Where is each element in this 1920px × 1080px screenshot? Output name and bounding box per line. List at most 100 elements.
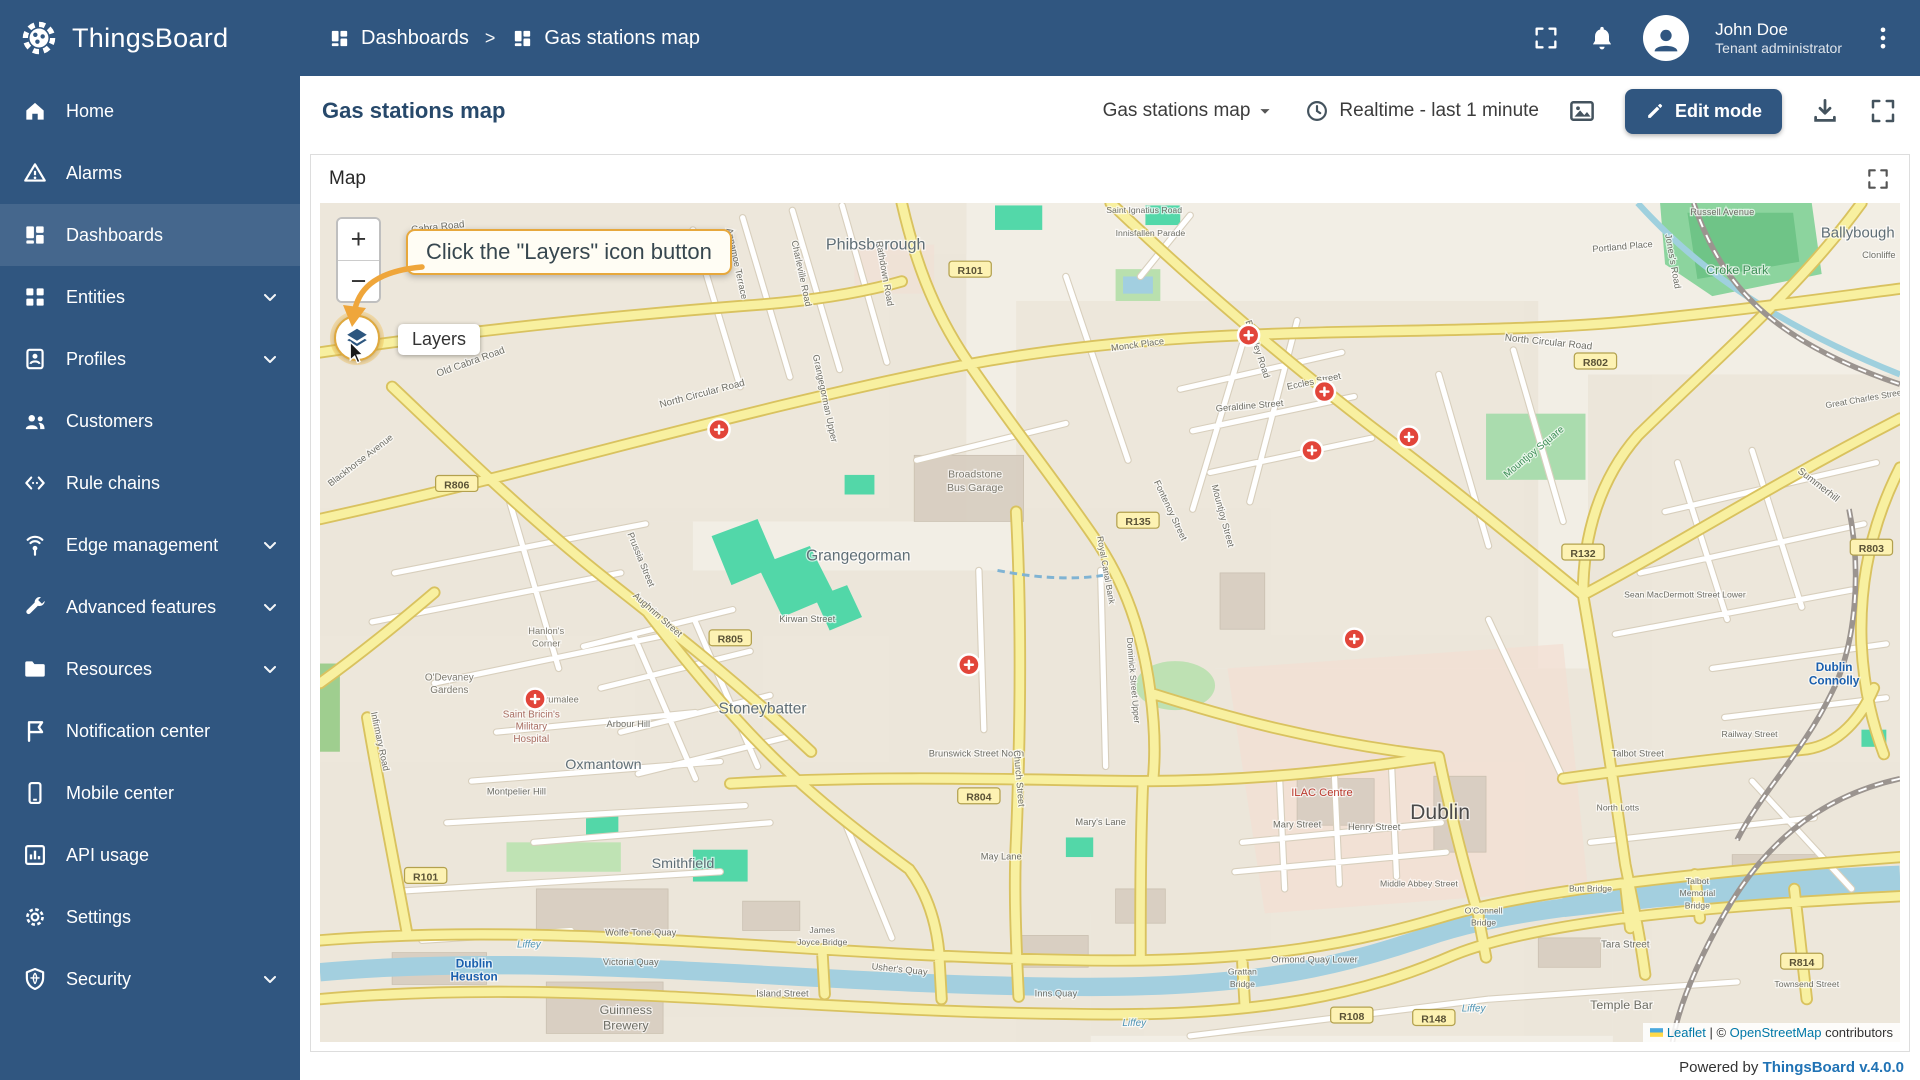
route-badge: R806 (434, 474, 479, 493)
download-icon (1814, 99, 1836, 122)
dashboard-state-select[interactable]: Gas stations map (1103, 100, 1277, 122)
top-header: ThingsBoard Dashboards > Gas stations ma… (0, 0, 1920, 76)
export-dashboard-button[interactable] (1810, 96, 1840, 126)
sidebar-item-profiles[interactable]: Profiles (0, 328, 300, 390)
sidebar-item-settings[interactable]: Settings (0, 886, 300, 948)
gas-station-marker[interactable] (1300, 438, 1324, 463)
sidebar-item-mobile-center[interactable]: Mobile center (0, 762, 300, 824)
gas-station-marker[interactable] (1312, 379, 1337, 404)
gas-station-marker[interactable] (1342, 627, 1367, 651)
zoom-out-button[interactable]: − (338, 260, 379, 301)
chevron-down-icon (258, 657, 282, 681)
route-badge: R148 (1412, 1008, 1456, 1027)
dashboards-icon (22, 222, 48, 248)
map-label: Island Street (756, 989, 809, 999)
sidebar-item-label: Alarms (66, 162, 123, 183)
map-label: Joyce Bridge (797, 937, 847, 947)
fullscreen-button[interactable] (1531, 23, 1561, 53)
resources-icon (22, 656, 48, 682)
sidebar-item-customers[interactable]: Customers (0, 390, 300, 452)
sidebar-item-security[interactable]: Security (0, 948, 300, 1010)
svg-text:R148: R148 (1421, 1014, 1446, 1025)
breadcrumb-current[interactable]: Gas stations map (511, 27, 700, 50)
route-badge: R804 (957, 787, 1001, 805)
user-info: John Doe Tenant administrator (1715, 19, 1842, 58)
dashboard-fullscreen-button[interactable] (1868, 96, 1898, 126)
gas-station-marker[interactable] (707, 417, 731, 442)
leaflet-map[interactable]: Phibsborough Grangegorman Stoneybatter Oxma… (320, 203, 1900, 1042)
sidebar-item-api-usage[interactable]: API usage (0, 824, 300, 886)
sidebar-item-label: Dashboards (66, 224, 164, 245)
svg-text:R803: R803 (1859, 544, 1884, 555)
thingsboard-logo[interactable]: ThingsBoard (18, 17, 300, 59)
map-label: Innisfallen Parade (1116, 228, 1186, 238)
more-menu-button[interactable] (1868, 23, 1898, 53)
mobile-icon (22, 780, 48, 806)
thingsboard-version-link[interactable]: ThingsBoard v.4.0.0 (1763, 1059, 1904, 1076)
route-badge: R805 (708, 629, 752, 647)
edit-mode-button[interactable]: Edit mode (1624, 88, 1782, 134)
map-label: James (809, 925, 835, 935)
svg-text:R135: R135 (1125, 517, 1150, 528)
map-widget: Map Phibsborough Grangegorman Stoneybatt… (310, 154, 1910, 1052)
map-label: Russell Avenue (1690, 207, 1754, 217)
sidebar-item-resources[interactable]: Resources (0, 638, 300, 700)
map-label: Inns Quay (1035, 989, 1078, 999)
profiles-icon (22, 346, 48, 372)
svg-text:R805: R805 (718, 635, 743, 646)
sidebar-item-label: Advanced features (66, 596, 217, 617)
map-label: Liffey (517, 940, 542, 951)
gas-station-marker[interactable] (523, 687, 547, 711)
map-label: Clonliffe (1862, 250, 1896, 260)
layers-tooltip-label: Layers (398, 324, 481, 355)
dashboard-image-button[interactable] (1567, 96, 1597, 126)
sidebar-item-entities[interactable]: Entities (0, 266, 300, 328)
breadcrumb-dashboards[interactable]: Dashboards (328, 27, 469, 50)
gas-station-marker[interactable] (1236, 323, 1261, 347)
tutorial-tooltip: Click the "Layers" icon button (406, 229, 732, 275)
map-label: Henry Street (1348, 822, 1401, 832)
sidebar-item-advanced-features[interactable]: Advanced features (0, 576, 300, 638)
route-badge: R101 (403, 866, 448, 884)
sidebar-item-alarms[interactable]: Alarms (0, 142, 300, 204)
layers-button[interactable] (334, 315, 380, 361)
map-label: Military (516, 722, 548, 733)
map-label: Townsend Street (1774, 979, 1839, 989)
zoom-in-button[interactable]: + (338, 219, 379, 260)
user-avatar[interactable] (1643, 15, 1690, 61)
image-icon (1570, 101, 1594, 121)
map-label: Dublin (456, 957, 493, 970)
sidebar-item-edge-management[interactable]: Edge management (0, 514, 300, 576)
sidebar-item-rule-chains[interactable]: Rule chains (0, 452, 300, 514)
map-canvas: PhibsboroughGrangegormanStoneybatterOxma… (320, 203, 1900, 1042)
map-label: Liffey (1122, 1018, 1147, 1029)
sidebar-item-home[interactable]: Home (0, 80, 300, 142)
map-label: Saint Bricin's (503, 709, 560, 720)
page-title: Gas stations map (322, 98, 506, 123)
map-label: Bus Garage (947, 483, 1003, 494)
map-label: Sean MacDermott Street Lower (1624, 589, 1746, 599)
gas-station-marker[interactable] (957, 653, 981, 677)
map-label: Railway Street (1722, 729, 1779, 739)
kebab-icon (1880, 27, 1886, 49)
chevron-down-icon (258, 967, 282, 991)
sidebar-item-dashboards[interactable]: Dashboards (0, 204, 300, 266)
timewindow-button[interactable]: Realtime - last 1 minute (1304, 98, 1539, 124)
map-label: Talbot Street (1612, 749, 1665, 759)
notifications-button[interactable] (1587, 23, 1617, 53)
gas-station-marker[interactable] (1397, 425, 1421, 449)
sidebar-nav: Home Alarms Dashboards Entities Profiles Cust… (0, 76, 300, 1080)
advanced-icon (22, 594, 48, 620)
osm-link[interactable]: OpenStreetMap (1730, 1025, 1822, 1040)
leaflet-link[interactable]: Leaflet (1667, 1025, 1706, 1040)
map-label: Hanlon's (528, 626, 564, 636)
edge-icon (22, 532, 48, 558)
map-label: Heuston (451, 971, 498, 984)
widget-fullscreen-button[interactable] (1865, 166, 1891, 192)
svg-text:R108: R108 (1339, 1012, 1364, 1023)
chevron-down-icon (258, 285, 282, 309)
map-label: Liffey (1462, 1003, 1487, 1014)
map-label: Ormond Quay Lower (1271, 954, 1357, 964)
sidebar-item-notification-center[interactable]: Notification center (0, 700, 300, 762)
zoom-control: + − (336, 217, 381, 303)
